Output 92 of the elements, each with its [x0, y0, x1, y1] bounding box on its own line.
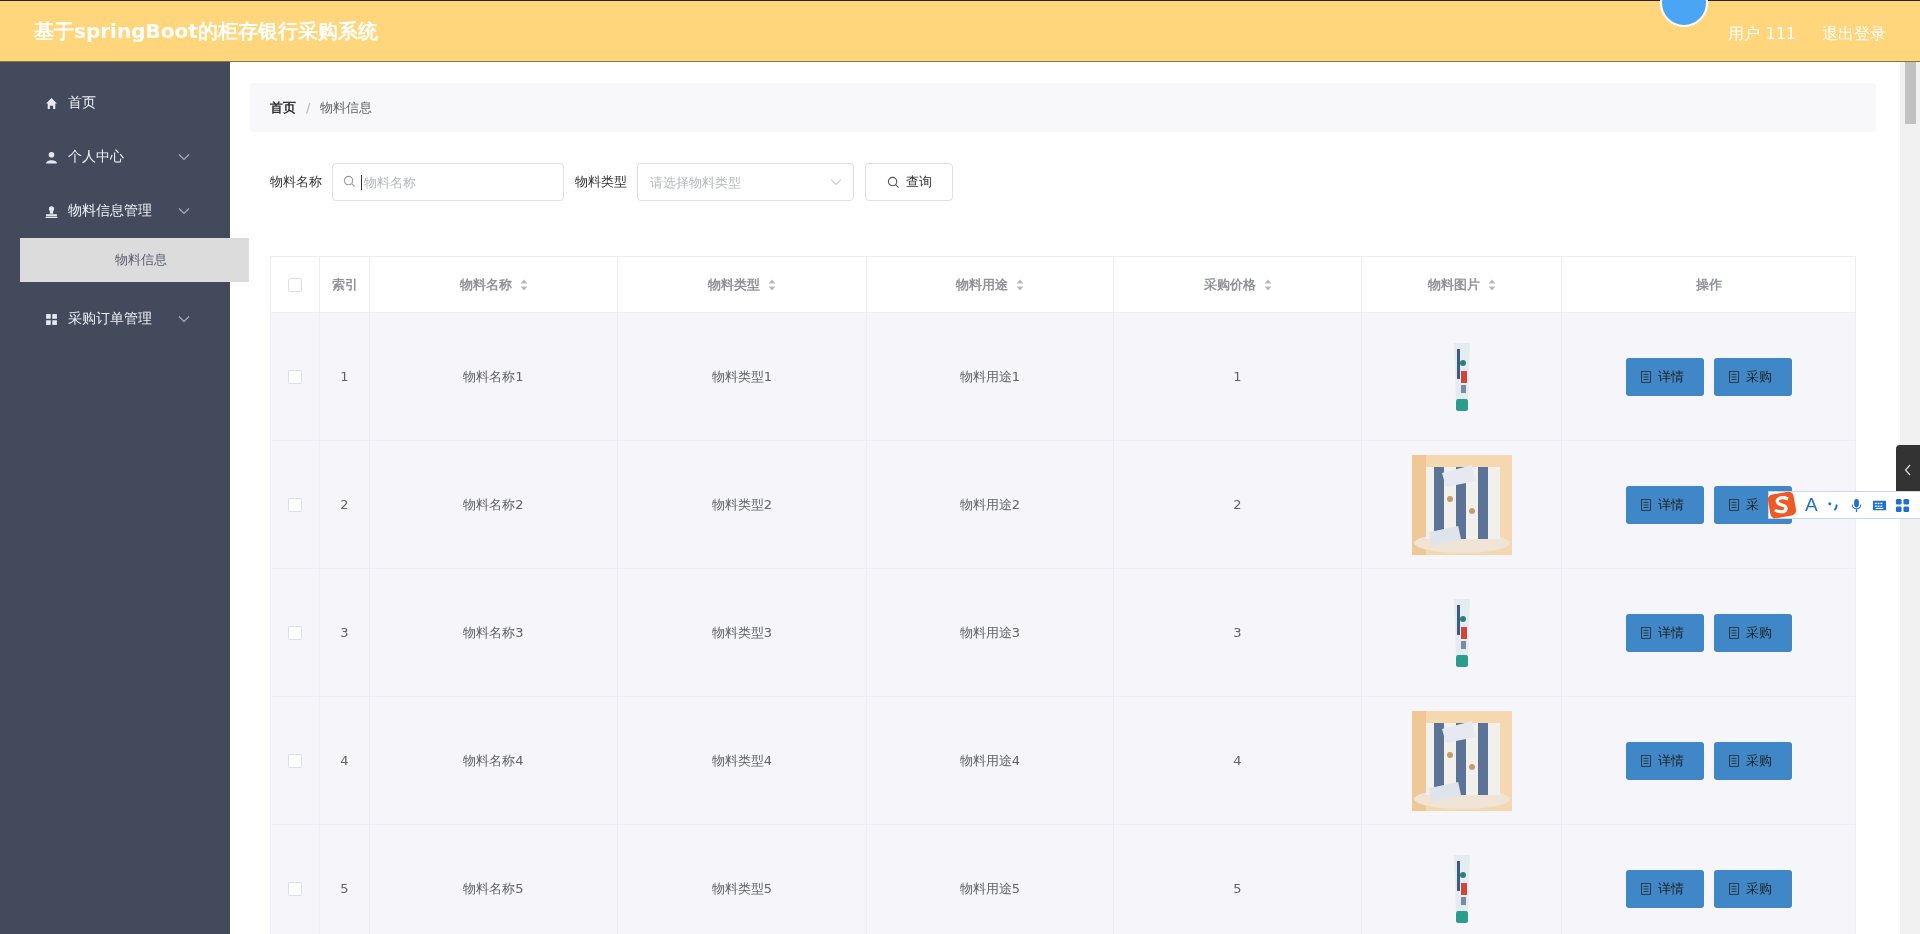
table-cell: 物料名称1 — [463, 367, 524, 386]
search-icon — [343, 175, 356, 188]
ime-mode-button[interactable]: A — [1805, 494, 1818, 516]
table-cell: 物料类型4 — [711, 751, 773, 770]
field-label: 物料名称 — [270, 173, 322, 191]
row-checkbox[interactable] — [288, 625, 302, 640]
detail-button[interactable]: 详情 — [1625, 613, 1704, 652]
select-all-checkbox[interactable] — [288, 277, 302, 292]
grid-icon — [45, 312, 58, 326]
chevron-left-icon — [1904, 464, 1912, 476]
purchase-button[interactable]: 采购 — [1713, 869, 1792, 908]
purchase-button[interactable]: 采购 — [1713, 741, 1792, 780]
table-cell: 1 — [340, 369, 349, 384]
user-name: 用户 111 — [1728, 23, 1796, 45]
column-header[interactable]: 采购价格 — [1114, 257, 1362, 312]
document-icon — [1640, 370, 1651, 383]
app-title: 基于springBoot的柜存银行采购系统 — [34, 17, 379, 45]
table-cell: 3 — [1233, 625, 1242, 640]
column-header[interactable]: 物料图片 — [1362, 257, 1562, 312]
ime-logo-icon[interactable] — [1767, 491, 1797, 519]
search-field[interactable]: 物料名称 — [332, 163, 564, 201]
detail-button[interactable]: 详情 — [1625, 741, 1704, 780]
table-cell: 5 — [1233, 881, 1242, 896]
document-icon — [1640, 882, 1651, 895]
column-header: 操作 — [1694, 275, 1723, 294]
breadcrumb-link[interactable]: 首页 — [270, 98, 296, 117]
table-cell: 2 — [1233, 497, 1242, 512]
chevron-icon — [178, 315, 190, 323]
sort-icon — [768, 278, 776, 291]
table-cell: 物料用途2 — [959, 495, 1021, 514]
sort-icon — [519, 278, 528, 291]
stamp-icon — [45, 204, 58, 218]
table-cell: 物料用途1 — [959, 367, 1021, 386]
document-icon — [1640, 498, 1651, 511]
purchase-button[interactable]: 采购 — [1713, 357, 1792, 396]
table-cell: 物料类型1 — [711, 367, 773, 386]
table-cell: 物料类型5 — [711, 879, 773, 898]
table-cell: 物料名称2 — [463, 495, 524, 514]
breadcrumb-separator: / — [306, 100, 311, 115]
table-cell: 物料类型3 — [711, 623, 773, 642]
detail-button[interactable]: 详情 — [1625, 869, 1704, 908]
chevron-icon — [178, 207, 190, 215]
sort-icon — [1263, 278, 1272, 291]
menu-item[interactable]: 首页 — [0, 76, 230, 130]
table-cell: 5 — [340, 881, 349, 896]
column-header: 索引 — [320, 257, 370, 312]
table-cell: 物料名称5 — [463, 879, 524, 898]
submenu-item[interactable]: 物料信息 — [20, 238, 249, 282]
search-icon — [886, 175, 900, 189]
document-icon — [1640, 754, 1651, 767]
sort-icon — [1016, 278, 1024, 291]
sort-icon — [1487, 278, 1496, 291]
document-icon — [1728, 370, 1739, 383]
row-checkbox[interactable] — [288, 497, 302, 512]
table-cell: 物料用途5 — [959, 879, 1021, 898]
detail-button[interactable]: 详情 — [1625, 485, 1704, 524]
grid-icon[interactable] — [1894, 497, 1910, 513]
table-cell: 2 — [340, 497, 349, 512]
document-icon — [1728, 882, 1739, 895]
menu-item[interactable]: 物料信息管理 — [0, 184, 230, 238]
table-cell: 3 — [340, 625, 349, 640]
chevron-icon — [178, 153, 190, 161]
document-icon — [1728, 754, 1739, 767]
column-header[interactable]: 物料用途 — [867, 257, 1114, 312]
table-cell: 物料名称4 — [463, 751, 524, 770]
home-icon — [45, 96, 58, 110]
document-icon — [1728, 626, 1739, 639]
search-button[interactable]: 查询 — [865, 163, 953, 201]
document-icon — [1640, 626, 1651, 639]
breadcrumb-current: 物料信息 — [320, 98, 373, 117]
row-checkbox[interactable] — [288, 881, 302, 896]
purchase-button[interactable]: 采购 — [1713, 613, 1792, 652]
document-icon — [1728, 498, 1739, 511]
field-label: 物料类型 — [575, 173, 627, 191]
row-checkbox[interactable] — [288, 369, 302, 384]
user-icon — [45, 150, 58, 164]
table-cell: 物料用途3 — [959, 623, 1021, 642]
menu-item[interactable]: 采购订单管理 — [0, 292, 230, 346]
chevron-icon — [830, 178, 842, 186]
table-cell: 4 — [1233, 753, 1242, 768]
row-checkbox[interactable] — [288, 753, 302, 768]
scrollbar[interactable] — [1900, 62, 1920, 934]
column-header[interactable]: 物料名称 — [370, 257, 618, 312]
table-cell: 物料用途4 — [959, 751, 1021, 770]
table-cell: 4 — [340, 753, 349, 768]
table-cell: 物料类型2 — [711, 495, 773, 514]
table-cell: 1 — [1233, 369, 1242, 384]
detail-button[interactable]: 详情 — [1625, 357, 1704, 396]
column-header[interactable]: 物料类型 — [618, 257, 867, 312]
type-select[interactable]: 请选择物料类型 — [637, 163, 854, 201]
menu-item[interactable]: 个人中心 — [0, 130, 230, 184]
table-cell: 物料名称3 — [463, 623, 524, 642]
